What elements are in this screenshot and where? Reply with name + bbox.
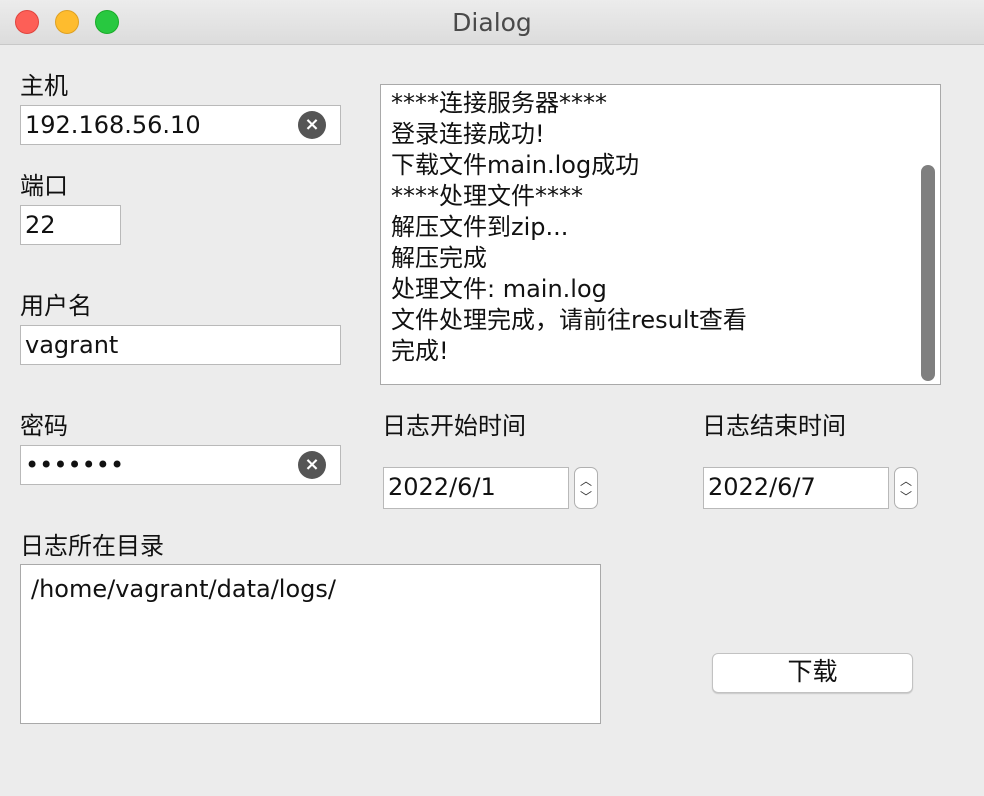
log-dir-label: 日志所在目录: [20, 532, 164, 560]
log-dir-input[interactable]: /home/vagrant/data/logs/: [20, 564, 601, 724]
username-value: vagrant: [25, 331, 119, 359]
log-line: 文件处理完成，请前往result查看: [391, 306, 747, 334]
log-line: 完成!: [391, 337, 449, 365]
clear-icon[interactable]: ×: [298, 111, 326, 139]
start-date-value: 2022/6/1: [388, 473, 496, 501]
password-label: 密码: [20, 412, 68, 440]
log-line: 解压文件到zip...: [391, 213, 569, 241]
password-value: •••••••: [25, 451, 125, 479]
log-line: 处理文件: main.log: [391, 275, 607, 303]
host-value: 192.168.56.10: [25, 111, 201, 139]
start-date-stepper[interactable]: ︿ ﹀: [574, 467, 598, 509]
end-date-label: 日志结束时间: [702, 412, 846, 440]
log-scrollbar[interactable]: [921, 165, 935, 381]
port-input[interactable]: 22: [20, 205, 121, 245]
chevron-down-icon[interactable]: ﹀: [895, 488, 917, 505]
log-line: 解压完成: [391, 244, 487, 272]
window-title: Dialog: [452, 8, 532, 37]
end-date-value: 2022/6/7: [708, 473, 816, 501]
port-label: 端口: [20, 172, 68, 200]
end-date-input[interactable]: 2022/6/7: [703, 467, 889, 509]
log-line: ****连接服务器****: [391, 89, 607, 117]
start-date-input[interactable]: 2022/6/1: [383, 467, 569, 509]
log-output[interactable]: ****连接服务器**** 登录连接成功! 下载文件main.log成功 ***…: [380, 84, 941, 385]
dialog-window: Dialog 主机 192.168.56.10 × 端口 22 用户名 vagr…: [0, 0, 984, 796]
port-value: 22: [25, 211, 56, 239]
chevron-up-icon[interactable]: ︿: [895, 472, 917, 489]
clear-icon[interactable]: ×: [298, 451, 326, 479]
host-input[interactable]: 192.168.56.10: [20, 105, 341, 145]
chevron-down-icon[interactable]: ﹀: [575, 488, 597, 505]
start-date-label: 日志开始时间: [382, 412, 526, 440]
password-input[interactable]: •••••••: [20, 445, 341, 485]
title-bar: Dialog: [0, 0, 984, 45]
log-dir-value: /home/vagrant/data/logs/: [31, 575, 336, 603]
log-line: 下载文件main.log成功: [391, 151, 640, 179]
chevron-up-icon[interactable]: ︿: [575, 472, 597, 489]
log-line: ****处理文件****: [391, 182, 583, 210]
download-button[interactable]: 下载: [712, 653, 913, 693]
username-label: 用户名: [20, 292, 92, 320]
log-lines: ****连接服务器**** 登录连接成功! 下载文件main.log成功 ***…: [381, 88, 747, 367]
log-line: 登录连接成功!: [391, 120, 545, 148]
end-date-stepper[interactable]: ︿ ﹀: [894, 467, 918, 509]
username-input[interactable]: vagrant: [20, 325, 341, 365]
host-label: 主机: [20, 72, 68, 100]
